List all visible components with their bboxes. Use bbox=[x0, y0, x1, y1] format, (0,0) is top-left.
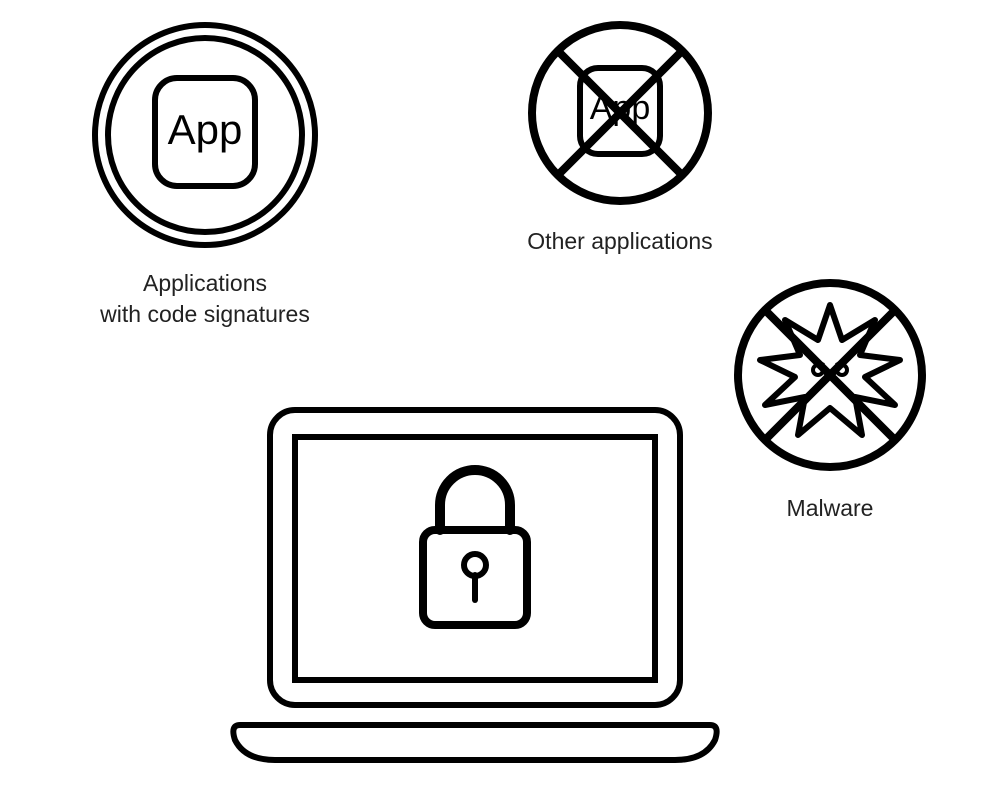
blocked-malware-icon bbox=[730, 275, 930, 475]
blocked-app-icon: App bbox=[525, 18, 715, 208]
signed-applications-label: Applications with code signatures bbox=[100, 268, 310, 330]
laptop-lock-icon bbox=[225, 395, 725, 775]
signed-app-icon: App bbox=[90, 20, 320, 250]
other-applications: App Other applications bbox=[525, 18, 715, 257]
svg-text:App: App bbox=[168, 106, 243, 153]
signed-applications: App Applications with code signatures bbox=[90, 20, 320, 330]
other-applications-label: Other applications bbox=[527, 226, 712, 257]
malware-label: Malware bbox=[787, 493, 874, 524]
secure-laptop bbox=[225, 395, 725, 775]
malware: Malware bbox=[730, 275, 930, 524]
